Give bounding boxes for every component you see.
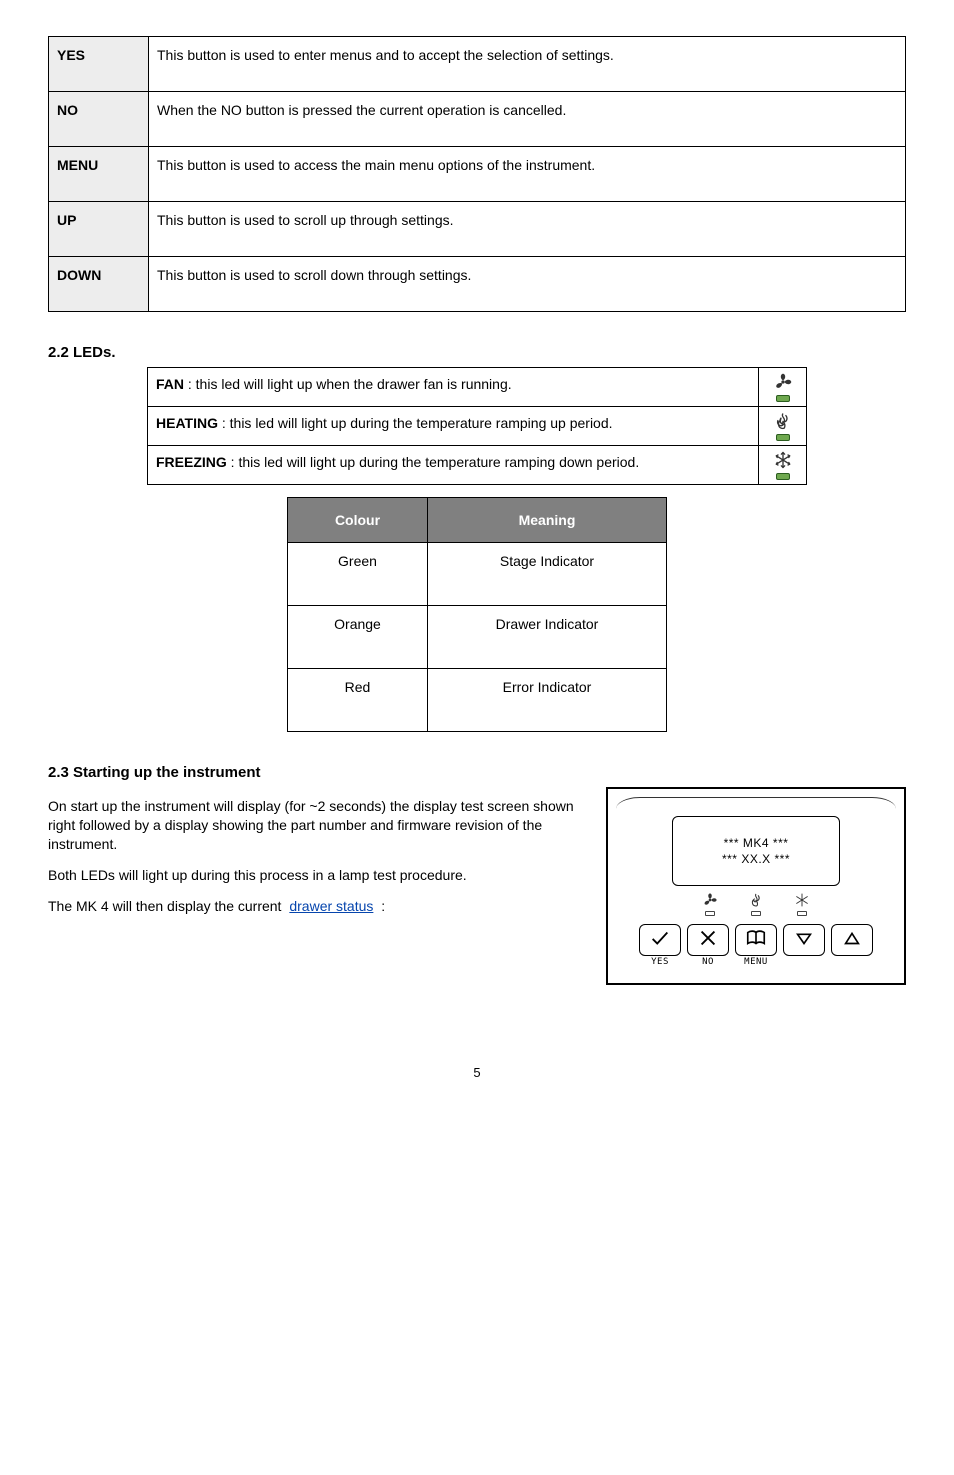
instrument-panel-figure: *** MK4 *** *** XX.X *** [606, 787, 906, 985]
colour-cell: Green [288, 543, 428, 606]
triangle-down-icon [793, 927, 815, 954]
button-desc-cell: This button is used to access the main m… [149, 147, 906, 202]
up-button[interactable] [831, 924, 873, 956]
menu-button[interactable] [735, 924, 777, 956]
no-button[interactable] [687, 924, 729, 956]
starting-up-heading: 2.3 Starting up the instrument [48, 764, 906, 781]
table-row: Orange Drawer Indicator [288, 606, 667, 669]
table-row: NO When the NO button is pressed the cur… [49, 92, 906, 147]
lcd-display: *** MK4 *** *** XX.X *** [672, 816, 840, 886]
table-row: MENU This button is used to access the m… [49, 147, 906, 202]
table-row: UP This button is used to scroll up thro… [49, 202, 906, 257]
cross-icon [697, 927, 719, 954]
meaning-cell: Error Indicator [428, 669, 667, 732]
button-label-cell: YES [49, 37, 149, 92]
table-row: FAN : this led will light up when the dr… [148, 368, 807, 407]
table-row: Red Error Indicator [288, 669, 667, 732]
yes-button-label: YES [651, 957, 669, 967]
button-desc-cell: This button is used to enter menus and t… [149, 37, 906, 92]
check-icon [649, 927, 671, 954]
book-icon [745, 927, 767, 954]
menu-button-label: MENU [744, 957, 768, 967]
page-number: 5 [48, 1065, 906, 1080]
led-icon-cell [759, 368, 807, 407]
flame-icon [773, 411, 793, 431]
meaning-cell: Drawer Indicator [428, 606, 667, 669]
button-desc-cell: This button is used to scroll down throu… [149, 257, 906, 312]
column-header: Colour [288, 498, 428, 543]
table-row: HEATING : this led will light up during … [148, 407, 807, 446]
leds-table: FAN : this led will light up when the dr… [147, 367, 807, 485]
led-colour-table: Colour Meaning Green Stage Indicator Ora… [287, 497, 667, 732]
led-indicator-icon [776, 395, 790, 402]
table-row: FREEZING : this led will light up during… [148, 446, 807, 485]
button-desc-cell: This button is used to scroll up through… [149, 202, 906, 257]
fan-icon [773, 372, 793, 392]
triangle-up-icon [841, 927, 863, 954]
table-row: Green Stage Indicator [288, 543, 667, 606]
button-desc-cell: When the NO button is pressed the curren… [149, 92, 906, 147]
panel-fan-indicator [702, 892, 718, 916]
table-row: YES This button is used to enter menus a… [49, 37, 906, 92]
led-indicator-icon [776, 434, 790, 441]
panel-heating-indicator [748, 892, 764, 916]
column-header: Meaning [428, 498, 667, 543]
colour-cell: Orange [288, 606, 428, 669]
button-label-cell: UP [49, 202, 149, 257]
led-desc-cell: HEATING : this led will light up during … [148, 407, 759, 446]
table-row: DOWN This button is used to scroll down … [49, 257, 906, 312]
led-icon-cell [759, 446, 807, 485]
led-indicator-icon [776, 473, 790, 480]
led-icon-cell [759, 407, 807, 446]
drawer-status-link[interactable]: drawer status [289, 898, 373, 914]
no-button-label: NO [702, 957, 714, 967]
yes-button[interactable] [639, 924, 681, 956]
snowflake-icon [773, 450, 793, 470]
button-definitions-table: YES This button is used to enter menus a… [48, 36, 906, 312]
led-desc-cell: FAN : this led will light up when the dr… [148, 368, 759, 407]
button-label-cell: NO [49, 92, 149, 147]
button-label-cell: MENU [49, 147, 149, 202]
panel-freezing-indicator [794, 892, 810, 916]
button-label-cell: DOWN [49, 257, 149, 312]
meaning-cell: Stage Indicator [428, 543, 667, 606]
leds-heading: 2.2 LEDs. [48, 344, 906, 361]
led-desc-cell: FREEZING : this led will light up during… [148, 446, 759, 485]
down-button[interactable] [783, 924, 825, 956]
colour-cell: Red [288, 669, 428, 732]
flame-icon [748, 892, 764, 908]
fan-icon [702, 892, 718, 908]
starting-up-text: On start up the instrument will display … [48, 797, 588, 985]
snowflake-icon [794, 892, 810, 908]
